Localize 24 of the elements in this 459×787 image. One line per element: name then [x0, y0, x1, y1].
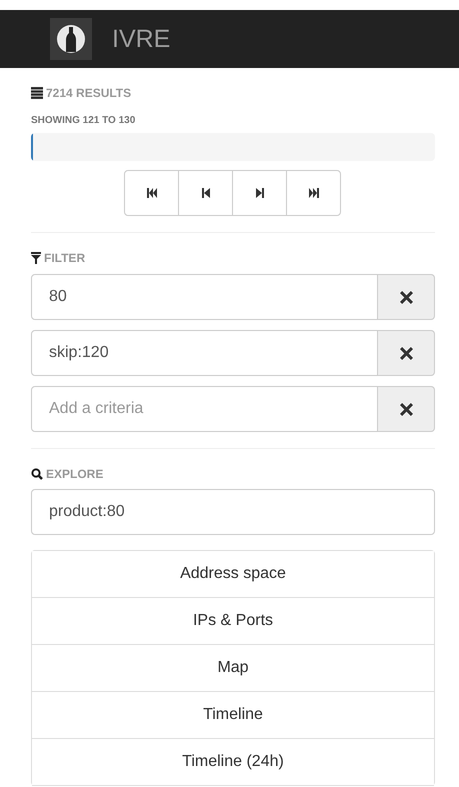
results-count: 7214 RESULTS: [46, 86, 132, 100]
filter-icon: [31, 252, 41, 264]
explore-item[interactable]: Address space: [32, 551, 434, 598]
cross-icon: [400, 402, 412, 416]
explore-title: EXPLORE: [46, 467, 104, 481]
criteria-field[interactable]: 80: [31, 274, 378, 320]
list-icon: [31, 87, 43, 99]
bottle-logo-icon: [50, 18, 92, 60]
skip-last-icon: [306, 186, 320, 200]
showing-range: SHOWING 121 TO 130: [31, 115, 136, 126]
cross-icon: [400, 346, 412, 360]
criteria-field[interactable]: Add a criteria: [31, 386, 378, 432]
search-icon: [31, 468, 43, 480]
remove-button[interactable]: [378, 330, 435, 376]
first-page-button[interactable]: [124, 170, 179, 216]
explore-field[interactable]: product:80: [31, 489, 435, 535]
filter-title: FILTER: [44, 251, 86, 265]
remove-button[interactable]: [378, 274, 435, 320]
criteria-field[interactable]: skip:120: [31, 330, 378, 376]
cross-icon: [400, 290, 412, 304]
last-page-button[interactable]: [286, 170, 341, 216]
brand-title[interactable]: IVRE: [112, 24, 170, 54]
remove-button[interactable]: [378, 386, 435, 432]
skip-first-icon: [144, 186, 158, 200]
